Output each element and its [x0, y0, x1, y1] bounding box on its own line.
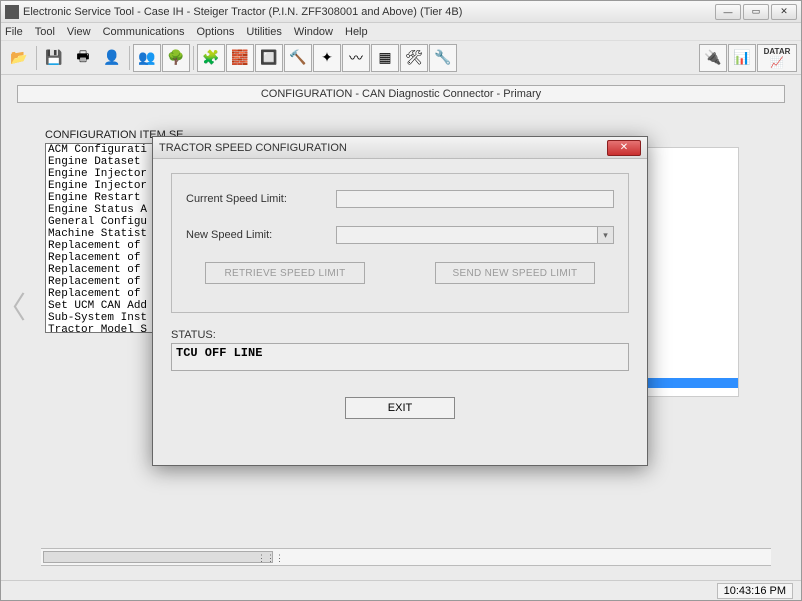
tree1-icon[interactable]: 🌳 [162, 44, 190, 72]
menu-options[interactable]: Options [197, 26, 235, 38]
current-speed-row: Current Speed Limit: [186, 190, 614, 208]
toolbar-sep [36, 46, 37, 70]
group-icon[interactable]: 👥 [133, 44, 161, 72]
hammer-icon[interactable]: 🔨 [284, 44, 312, 72]
list-item[interactable]: Engine Injector [46, 180, 154, 192]
list-item[interactable]: Replacement of [46, 288, 154, 300]
list-item[interactable]: Replacement of [46, 252, 154, 264]
list-item[interactable]: Engine Injector [46, 168, 154, 180]
retrieve-speed-button[interactable]: RETRIEVE SPEED LIMIT [205, 262, 365, 284]
chart-icon[interactable]: 📊 [728, 44, 756, 72]
horizontal-scrollbar[interactable]: ⋮⋮⋮ [41, 548, 771, 566]
toolbar-sep [129, 46, 130, 70]
dialog-titlebar[interactable]: TRACTOR SPEED CONFIGURATION ✕ [153, 137, 647, 159]
menu-view[interactable]: View [67, 26, 91, 38]
tractor-speed-config-dialog: TRACTOR SPEED CONFIGURATION ✕ Current Sp… [152, 136, 648, 466]
app-icon [5, 5, 19, 19]
combo-text [337, 227, 597, 243]
menu-help[interactable]: Help [345, 26, 368, 38]
list-item[interactable]: Engine Status A [46, 204, 154, 216]
status-bar: 10:43:16 PM [1, 580, 801, 600]
list-item[interactable]: Set UCM CAN Add [46, 300, 154, 312]
tree2-icon[interactable]: 🧩 [197, 44, 225, 72]
titlebar[interactable]: Electronic Service Tool - Case IH - Stei… [1, 1, 801, 23]
plug-icon[interactable]: 🔌 [699, 44, 727, 72]
current-speed-field [336, 190, 614, 208]
list-item[interactable]: ACM Configurati [46, 144, 154, 156]
single-icon[interactable]: 👤 [98, 44, 126, 72]
list-item[interactable]: Replacement of [46, 264, 154, 276]
wrench-icon[interactable]: 🔧 [429, 44, 457, 72]
minimize-button[interactable]: — [715, 4, 741, 20]
open-icon[interactable]: 📂 [5, 44, 33, 72]
current-speed-label: Current Speed Limit: [186, 193, 336, 205]
new-speed-row: New Speed Limit: ▾ [186, 226, 614, 244]
scroll-grip-icon: ⋮⋮⋮ [257, 553, 284, 564]
titlebar-text: Electronic Service Tool - Case IH - Stei… [23, 6, 713, 18]
config-header-bar: CONFIGURATION - CAN Diagnostic Connector… [17, 85, 785, 103]
list-item[interactable]: Sub-System Inst [46, 312, 154, 324]
list-item[interactable]: Replacement of [46, 276, 154, 288]
exit-button[interactable]: EXIT [345, 397, 455, 419]
tree3-icon[interactable]: 🧱 [226, 44, 254, 72]
dialog-close-button[interactable]: ✕ [607, 140, 641, 156]
new-speed-label: New Speed Limit: [186, 229, 336, 241]
close-button[interactable]: ✕ [771, 4, 797, 20]
menu-file[interactable]: File [5, 26, 23, 38]
datar-icon[interactable]: DATAR📈 [757, 44, 797, 72]
scroll-thumb[interactable] [43, 551, 273, 563]
wave-icon[interactable]: 〰 [342, 44, 370, 72]
send-speed-button[interactable]: SEND NEW SPEED LIMIT [435, 262, 595, 284]
list-item[interactable]: Machine Statist [46, 228, 154, 240]
detail-selection-strip [642, 378, 738, 388]
nav-left-arrow-icon[interactable]: 〈 [0, 285, 23, 325]
chevron-down-icon[interactable]: ▾ [597, 227, 613, 243]
maximize-button[interactable]: ▭ [743, 4, 769, 20]
save-icon[interactable]: 💾 [40, 44, 68, 72]
list-item[interactable]: Replacement of [46, 240, 154, 252]
list-item[interactable]: Tractor Model S [46, 324, 154, 333]
clock: 10:43:16 PM [717, 583, 793, 599]
new-speed-combo[interactable]: ▾ [336, 226, 614, 244]
menu-utilities[interactable]: Utilities [246, 26, 281, 38]
menu-window[interactable]: Window [294, 26, 333, 38]
boxes-icon[interactable]: ▦ [371, 44, 399, 72]
list-item[interactable]: Engine Restart [46, 192, 154, 204]
grid-icon[interactable]: 🔲 [255, 44, 283, 72]
star-icon[interactable]: ✦ [313, 44, 341, 72]
speed-limit-group: Current Speed Limit: New Speed Limit: ▾ … [171, 173, 629, 313]
menu-tool[interactable]: Tool [35, 26, 55, 38]
detail-panel [641, 147, 739, 397]
speed-buttons-row: RETRIEVE SPEED LIMIT SEND NEW SPEED LIMI… [186, 262, 614, 284]
list-item[interactable]: General Configu [46, 216, 154, 228]
dialog-body: Current Speed Limit: New Speed Limit: ▾ … [153, 159, 647, 433]
dialog-title: TRACTOR SPEED CONFIGURATION [159, 142, 347, 154]
menubar: File Tool View Communications Options Ut… [1, 23, 801, 41]
config-item-listbox[interactable]: ACM ConfiguratiEngine DatasetEngine Inje… [45, 143, 155, 333]
print-icon[interactable]: 🖶 [69, 44, 97, 72]
menu-communications[interactable]: Communications [103, 26, 185, 38]
tools-icon[interactable]: 🛠 [400, 44, 428, 72]
toolbar: 📂 💾 🖶 👤 👥 🌳 🧩 🧱 🔲 🔨 ✦ 〰 ▦ 🛠 🔧 🔌 📊 DATAR📈 [1, 41, 801, 75]
exit-row: EXIT [171, 397, 629, 419]
toolbar-sep [193, 46, 194, 70]
status-label: STATUS: [171, 329, 629, 341]
list-item[interactable]: Engine Dataset [46, 156, 154, 168]
status-field: TCU OFF LINE [171, 343, 629, 371]
